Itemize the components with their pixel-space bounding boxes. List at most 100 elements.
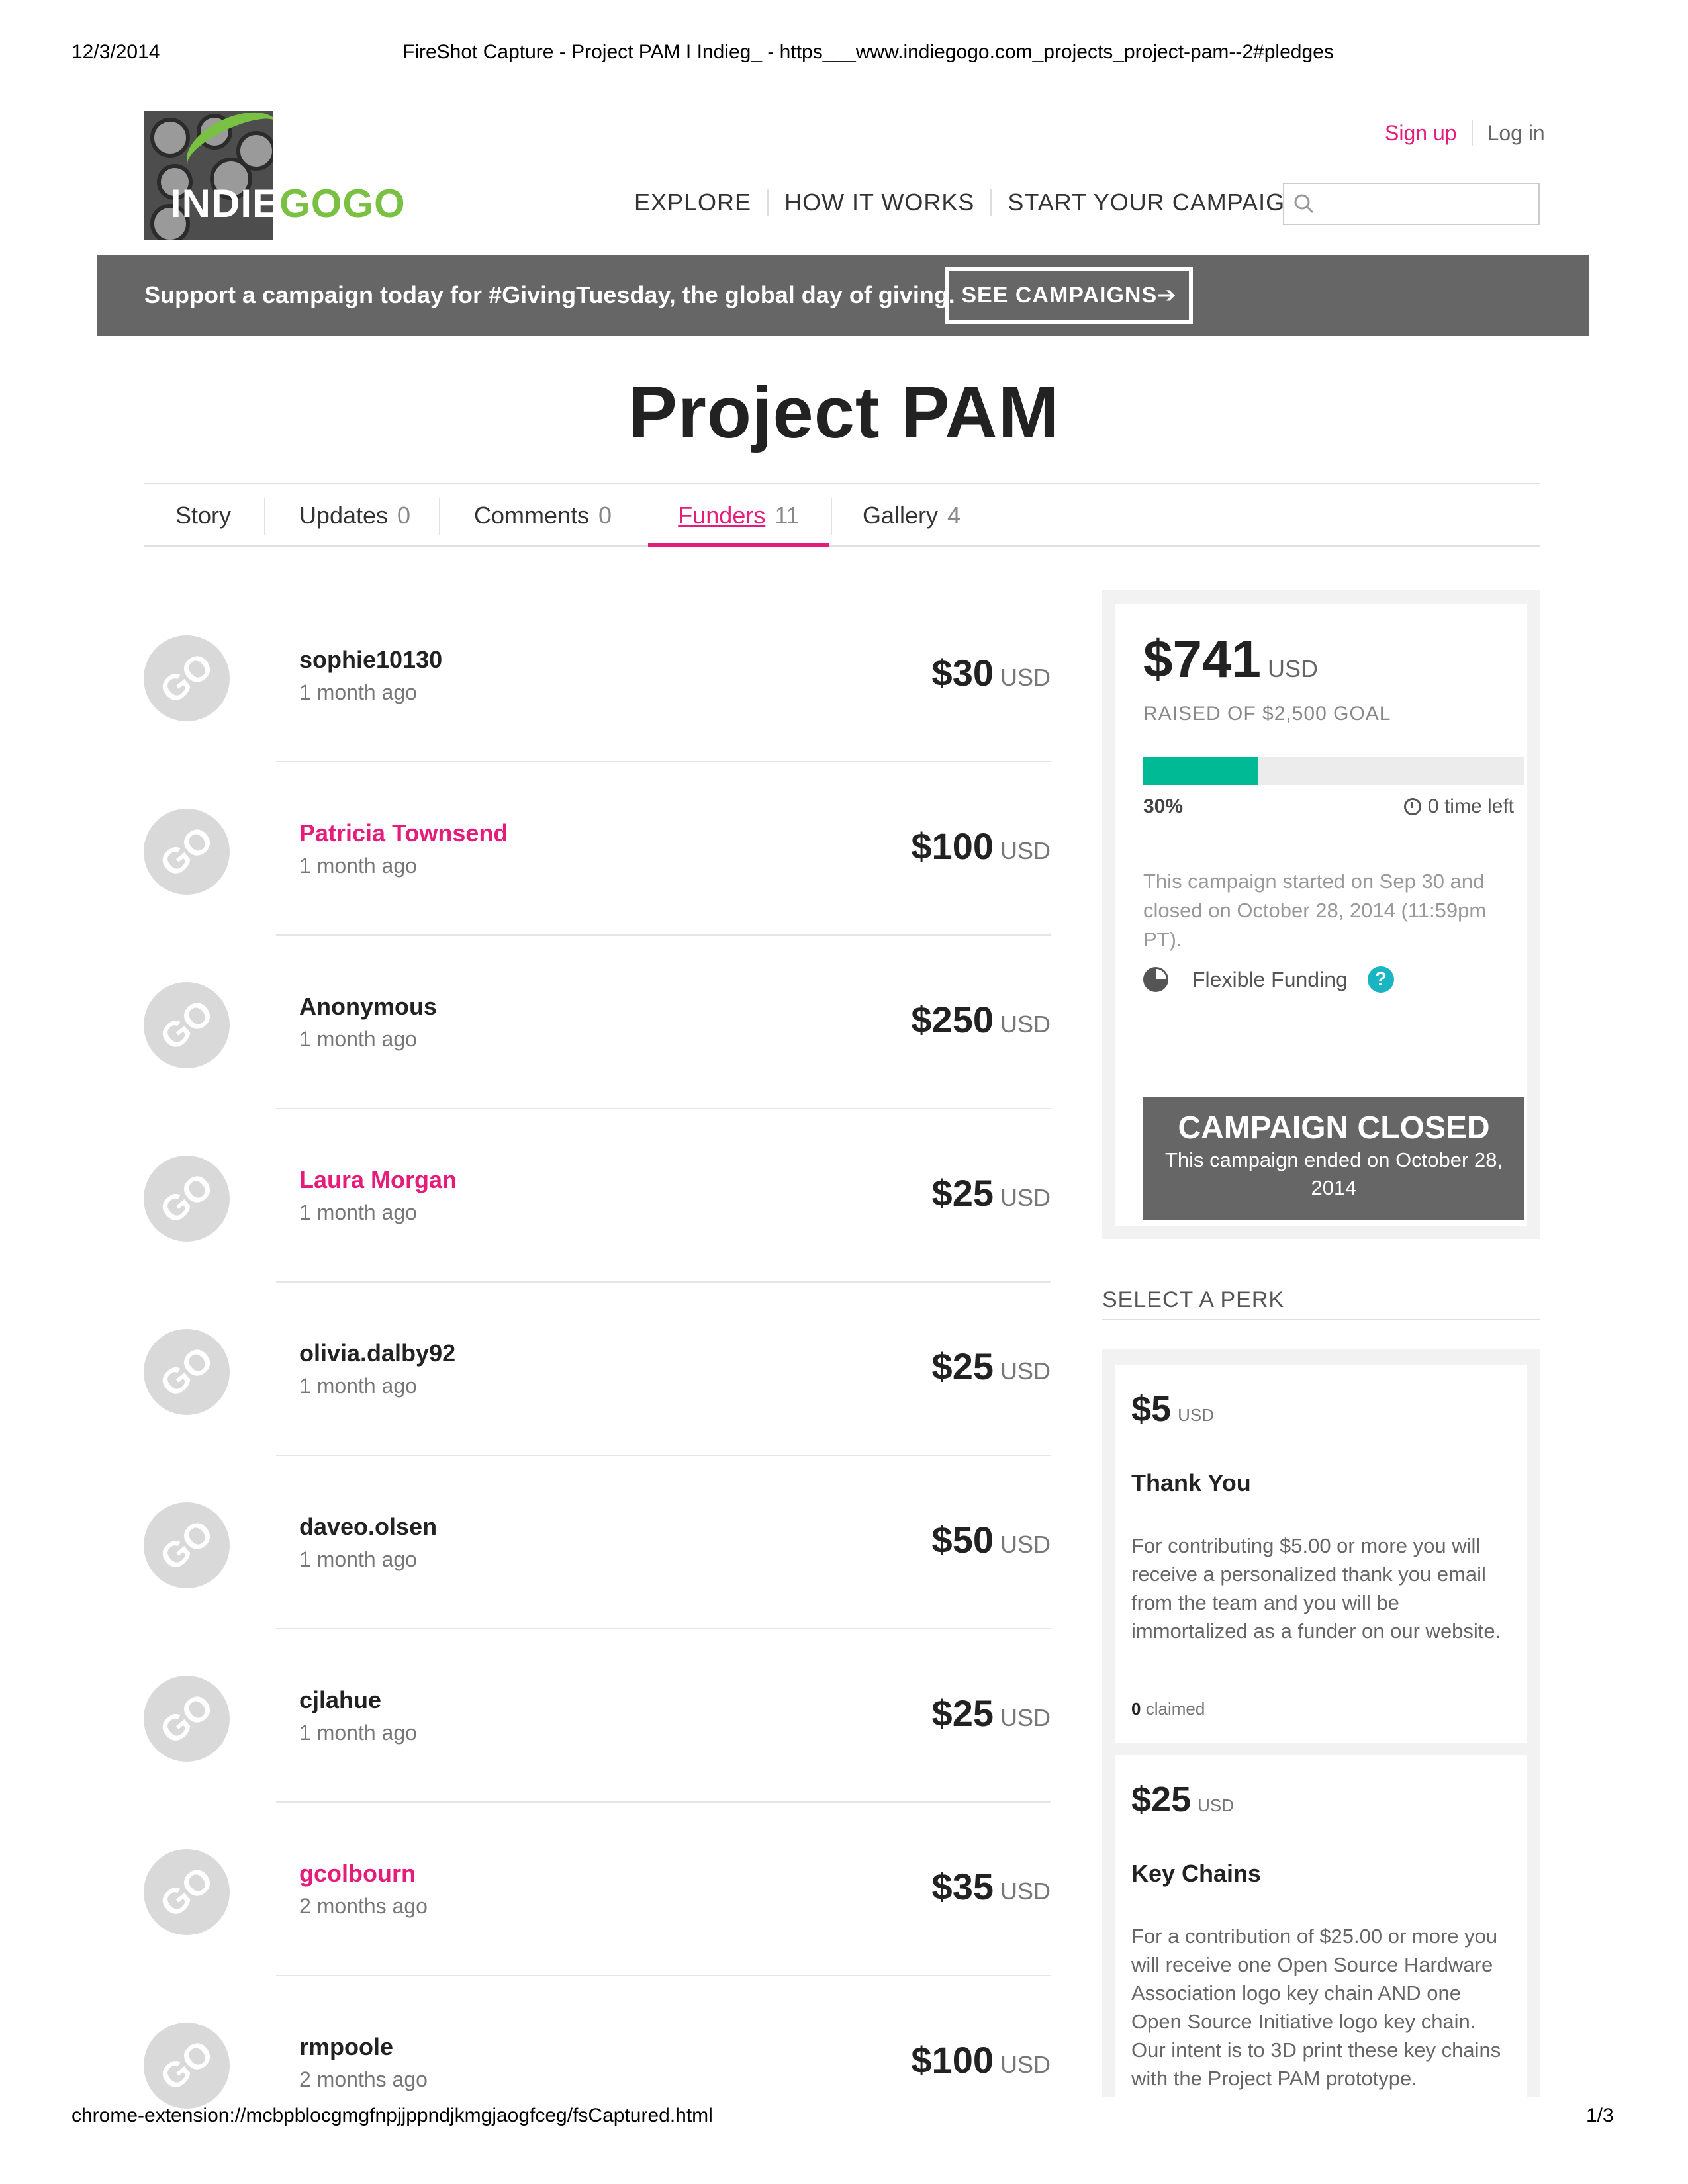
perk-description: For contributing $5.00 or more you will …	[1131, 1534, 1501, 1643]
funder-name-link[interactable]: Patricia Townsend	[299, 819, 508, 847]
avatar: GO	[144, 1849, 230, 1935]
funder-time: 1 month ago	[299, 1027, 417, 1051]
indiegogo-logo[interactable]: INDIEGOGO	[144, 111, 405, 240]
print-date: 12/3/2014	[71, 41, 160, 63]
auth-links: Sign up Log in	[1385, 120, 1545, 146]
see-campaigns-button[interactable]: SEE CAMPAIGNS➔	[945, 267, 1193, 324]
divider	[276, 1975, 1051, 1976]
funder-name-link[interactable]: gcolbourn	[299, 1860, 416, 1888]
perk-claimed: 0 claimed	[1131, 1699, 1205, 1719]
divider	[767, 189, 769, 216]
funder-name-link[interactable]: Laura Morgan	[299, 1166, 457, 1194]
nav-start-campaign[interactable]: START YOUR CAMPAIGN	[1008, 189, 1303, 216]
funder-time: 1 month ago	[299, 1547, 417, 1571]
banner-text: Support a campaign today for #GivingTues…	[144, 281, 955, 308]
funder-amount: $25 USD	[931, 1345, 1051, 1387]
avatar: GO	[144, 1329, 230, 1415]
progress-bar	[1143, 757, 1524, 785]
divider	[276, 1281, 1051, 1283]
progress-percent: 30%	[1143, 796, 1184, 817]
perk-card[interactable]: $5 USD Thank You For contributing $5.00 o…	[1115, 1365, 1527, 1743]
funder-name: olivia.dalby92	[299, 1340, 456, 1367]
avatar: GO	[144, 635, 230, 721]
funder-row: GO olivia.dalby92 1 month ago $25 USD	[144, 1289, 1051, 1463]
avatar: GO	[144, 1156, 230, 1242]
funder-time: 1 month ago	[299, 854, 417, 878]
login-link[interactable]: Log in	[1487, 121, 1545, 146]
search-input[interactable]	[1283, 183, 1540, 225]
print-url: chrome-extension://mcbpblocgmgfnpjjppndj…	[71, 2105, 713, 2126]
perks-list: $5 USD Thank You For contributing $5.00 o…	[1102, 1349, 1540, 2097]
perk-price: $25 USD	[1131, 1780, 1235, 1819]
campaign-summary-card: $741 USD RAISED OF $2,500 GOAL 30% 0 time…	[1102, 590, 1540, 1239]
avatar: GO	[144, 982, 230, 1068]
funder-time: 1 month ago	[299, 1374, 417, 1398]
raised-amount: $741 USD	[1143, 629, 1318, 688]
avatar: GO	[144, 1502, 230, 1588]
tab-comments[interactable]: Comments 0	[440, 484, 645, 547]
campaign-tabs: Story Updates 0 Comments 0 Funders 11 Galle…	[144, 483, 1540, 547]
print-header: 12/3/2014 FireShot Capture - Project PAM…	[0, 41, 1688, 68]
campaign-dates: This campaign started on Sep 30 and clos…	[1143, 870, 1487, 951]
divider	[1471, 120, 1473, 146]
funder-time: 1 month ago	[299, 1201, 417, 1224]
tab-gallery[interactable]: Gallery 4	[832, 484, 991, 547]
perk-description: For a contribution of $25.00 or more you…	[1131, 1925, 1501, 2090]
funder-amount: $50 USD	[931, 1519, 1051, 1561]
divider	[276, 1801, 1051, 1803]
funder-amount: $35 USD	[931, 1866, 1051, 1907]
nav-explore[interactable]: EXPLORE	[634, 189, 751, 216]
divider	[276, 1628, 1051, 1629]
perk-card[interactable]: $25 USD Key Chains For a contribution of …	[1115, 1755, 1527, 2097]
funder-row: GO rmpoole 2 months ago $100 USD	[144, 1983, 1051, 2115]
funder-row: GO Laura Morgan 1 month ago $25 USD	[144, 1116, 1051, 1289]
funder-name: sophie10130	[299, 646, 443, 673]
tab-story[interactable]: Story	[144, 484, 263, 547]
clock-icon	[1403, 798, 1421, 815]
perk-price: $5 USD	[1131, 1389, 1214, 1429]
campaign-closed-title: CAMPAIGN CLOSED	[1178, 1111, 1490, 1146]
print-footer: chrome-extension://mcbpblocgmgfnpjjppndj…	[0, 2105, 1688, 2131]
funder-amount: $30 USD	[931, 652, 1051, 694]
funder-name: cjlahue	[299, 1686, 382, 1713]
signup-link[interactable]: Sign up	[1385, 121, 1457, 146]
funding-type-label: Flexible Funding	[1192, 967, 1348, 991]
funder-name: rmpoole	[299, 2033, 394, 2060]
funder-name: Anonymous	[299, 993, 438, 1020]
funder-amount: $25 USD	[931, 1692, 1051, 1734]
divider	[276, 1108, 1051, 1109]
funder-row: GO Patricia Townsend 1 month ago $100 USD	[144, 769, 1051, 942]
pie-chart-icon	[1143, 967, 1168, 992]
funder-amount: $250 USD	[911, 999, 1051, 1040]
divider	[276, 1455, 1051, 1456]
funder-amount: $100 USD	[911, 2039, 1051, 2081]
avatar: GO	[144, 1676, 230, 1762]
search-icon	[1294, 194, 1314, 214]
select-perk-heading: SELECT A PERK	[1102, 1287, 1540, 1320]
funder-row: GO Anonymous 1 month ago $250 USD	[144, 942, 1051, 1116]
print-title: FireShot Capture - Project PAM I Indieg_…	[402, 41, 1334, 63]
divider	[990, 189, 992, 216]
funder-row: GO daveo.olsen 1 month ago $50 USD	[144, 1463, 1051, 1636]
divider	[276, 761, 1051, 762]
avatar: GO	[144, 2023, 230, 2109]
logo-text: INDIEGOGO	[170, 181, 406, 226]
funder-time: 2 months ago	[299, 1894, 428, 1918]
nav-how-it-works[interactable]: HOW IT WORKS	[784, 189, 974, 216]
tab-updates[interactable]: Updates 0	[265, 484, 444, 547]
divider	[276, 934, 1051, 936]
funder-amount: $100 USD	[911, 825, 1051, 867]
funder-row: GO cjlahue 1 month ago $25 USD	[144, 1636, 1051, 1809]
campaign-closed-subtitle: This campaign ended on October 28, 2014	[1164, 1148, 1503, 1199]
campaign-closed-box: CAMPAIGN CLOSED This campaign ended on O…	[1143, 1097, 1524, 1220]
raised-goal: RAISED OF $2,500 GOAL	[1143, 703, 1391, 725]
help-icon[interactable]: ?	[1367, 966, 1394, 993]
perk-title: Key Chains	[1131, 1860, 1262, 1887]
funder-time: 1 month ago	[299, 680, 417, 704]
time-left-label: 0 time left	[1427, 796, 1514, 817]
tab-funders[interactable]: Funders 11	[648, 484, 829, 547]
progress-fill	[1143, 757, 1258, 785]
print-page-number: 1/3	[1586, 2105, 1614, 2126]
funder-time: 2 months ago	[299, 2068, 428, 2091]
funder-row: GO sophie10130 1 month ago $30 USD	[144, 596, 1051, 769]
